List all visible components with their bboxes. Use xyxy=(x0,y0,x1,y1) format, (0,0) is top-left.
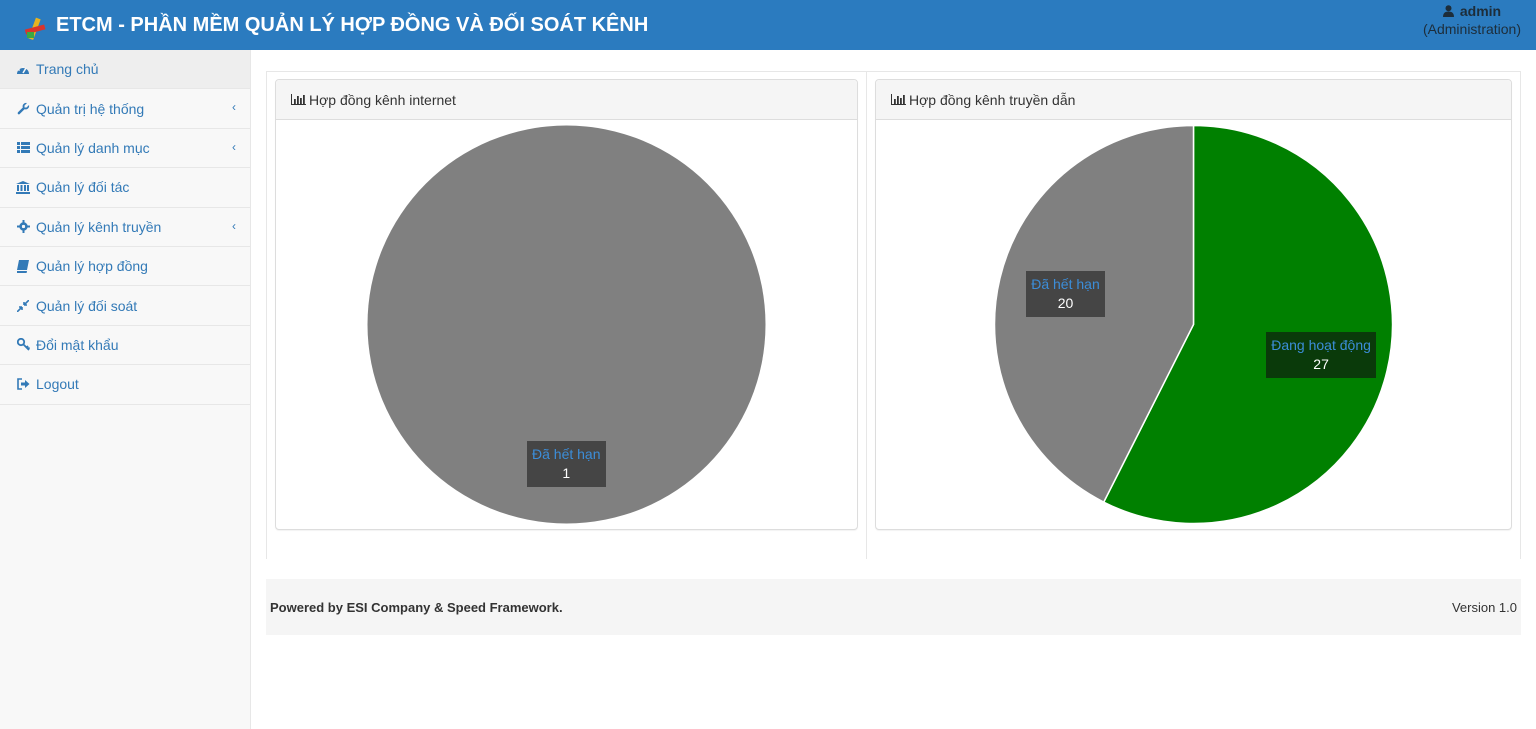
sidebar-item-label: Đổi mật khẩu xyxy=(36,336,119,353)
pie-chart-transmission: Đang hoạt động 27 Đã hết hạn 20 xyxy=(876,120,1511,529)
sidebar-item-doi-mat-khau[interactable]: Đổi mật khẩu xyxy=(0,326,250,366)
dashboard-icon xyxy=(16,62,30,76)
sidebar-item-label: Quản lý đối soát xyxy=(36,297,138,314)
sidebar-item-quan-ly-danh-muc[interactable]: Quản lý danh mục ‹ xyxy=(0,129,250,169)
pie-slice-label: Đang hoạt động 27 xyxy=(1266,331,1376,378)
slice-label-text: Đang hoạt động xyxy=(1271,336,1371,353)
list-icon xyxy=(16,141,30,155)
column-divider xyxy=(866,71,867,559)
sidebar-item-label: Quản lý danh mục xyxy=(36,139,150,156)
slice-value-text: 1 xyxy=(562,464,571,481)
user-name: admin xyxy=(1459,3,1502,19)
key-icon xyxy=(16,338,30,352)
panel-internet-contracts: Hợp đồng kênh internet Đã hết hạn 1 xyxy=(275,79,858,530)
sidebar-item-logout[interactable]: Logout xyxy=(0,365,250,405)
sidebar-item-trang-chu[interactable]: Trang chủ xyxy=(0,50,250,90)
compress-icon xyxy=(16,299,30,313)
sidebar-item-label: Quản trị hệ thống xyxy=(36,100,145,117)
gear-icon xyxy=(16,220,30,234)
top-navbar: ETCM - PHẦN MỀM QUẢN LÝ HỢP ĐỒNG VÀ ĐỐI … xyxy=(0,0,1536,50)
user-icon xyxy=(1442,5,1454,17)
app-logo-icon[interactable] xyxy=(22,16,48,42)
book-icon xyxy=(16,259,30,273)
wrench-icon xyxy=(16,102,30,116)
chevron-left-icon: ‹ xyxy=(232,100,236,115)
sidebar-item-label: Quản lý đối tác xyxy=(36,179,130,196)
panel-title: Hợp đồng kênh truyền dẫn xyxy=(909,91,1076,108)
sidebar: Trang chủ Quản trị hệ thống ‹ Quản lý da… xyxy=(0,50,251,729)
chevron-left-icon: ‹ xyxy=(232,139,236,154)
sidebar-item-label: Quản lý kênh truyền xyxy=(36,218,162,235)
slice-value-text: 27 xyxy=(1313,355,1329,372)
sidebar-item-label: Quản lý hợp đồng xyxy=(36,258,148,275)
slice-label-text: Đã hết hạn xyxy=(532,445,601,462)
sidebar-item-quan-ly-kenh-truyen[interactable]: Quản lý kênh truyền ‹ xyxy=(0,208,250,247)
slice-label-text: Đã hết hạn xyxy=(1031,276,1100,293)
pie-chart-svg xyxy=(993,124,1394,525)
sidebar-item-quan-ly-doi-soat[interactable]: Quản lý đối soát xyxy=(0,286,250,326)
footer-version: Version 1.0 xyxy=(1451,600,1517,615)
app-title: ETCM - PHẦN MỀM QUẢN LÝ HỢP ĐỒNG VÀ ĐỐI … xyxy=(56,14,649,36)
sidebar-item-quan-ly-doi-tac[interactable]: Quản lý đối tác xyxy=(0,168,250,208)
user-role: (Administration) xyxy=(1422,21,1521,37)
bank-icon xyxy=(16,180,30,194)
footer-credits: Powered by ESI Company & Speed Framework… xyxy=(270,600,563,615)
sidebar-item-quan-ly-hop-dong[interactable]: Quản lý hợp đồng xyxy=(0,247,250,287)
panel-title: Hợp đồng kênh internet xyxy=(309,91,456,108)
bar-chart-icon xyxy=(891,94,906,105)
footer: Powered by ESI Company & Speed Framework… xyxy=(266,579,1521,635)
panel-transmission-contracts: Hợp đồng kênh truyền dẫn Đang hoạt động 2… xyxy=(875,79,1512,530)
pie-chart-internet: Đã hết hạn 1 xyxy=(276,120,857,529)
panel-heading: Hợp đồng kênh internet xyxy=(276,80,857,120)
slice-value-text: 20 xyxy=(1057,295,1074,312)
bar-chart-icon xyxy=(291,94,306,105)
chevron-left-icon: ‹ xyxy=(232,218,236,233)
pie-slice-label: Đã hết hạn 20 xyxy=(1026,271,1105,318)
sidebar-item-quan-tri-he-thong[interactable]: Quản trị hệ thống ‹ xyxy=(0,89,250,129)
sidebar-item-label: Trang chủ xyxy=(36,61,99,78)
user-menu[interactable]: admin (Administration) xyxy=(1423,2,1521,38)
sign-out-icon xyxy=(16,377,30,391)
panel-heading: Hợp đồng kênh truyền dẫn xyxy=(876,80,1511,120)
sidebar-item-label: Logout xyxy=(36,376,79,393)
pie-slice-label: Đã hết hạn 1 xyxy=(527,440,606,487)
